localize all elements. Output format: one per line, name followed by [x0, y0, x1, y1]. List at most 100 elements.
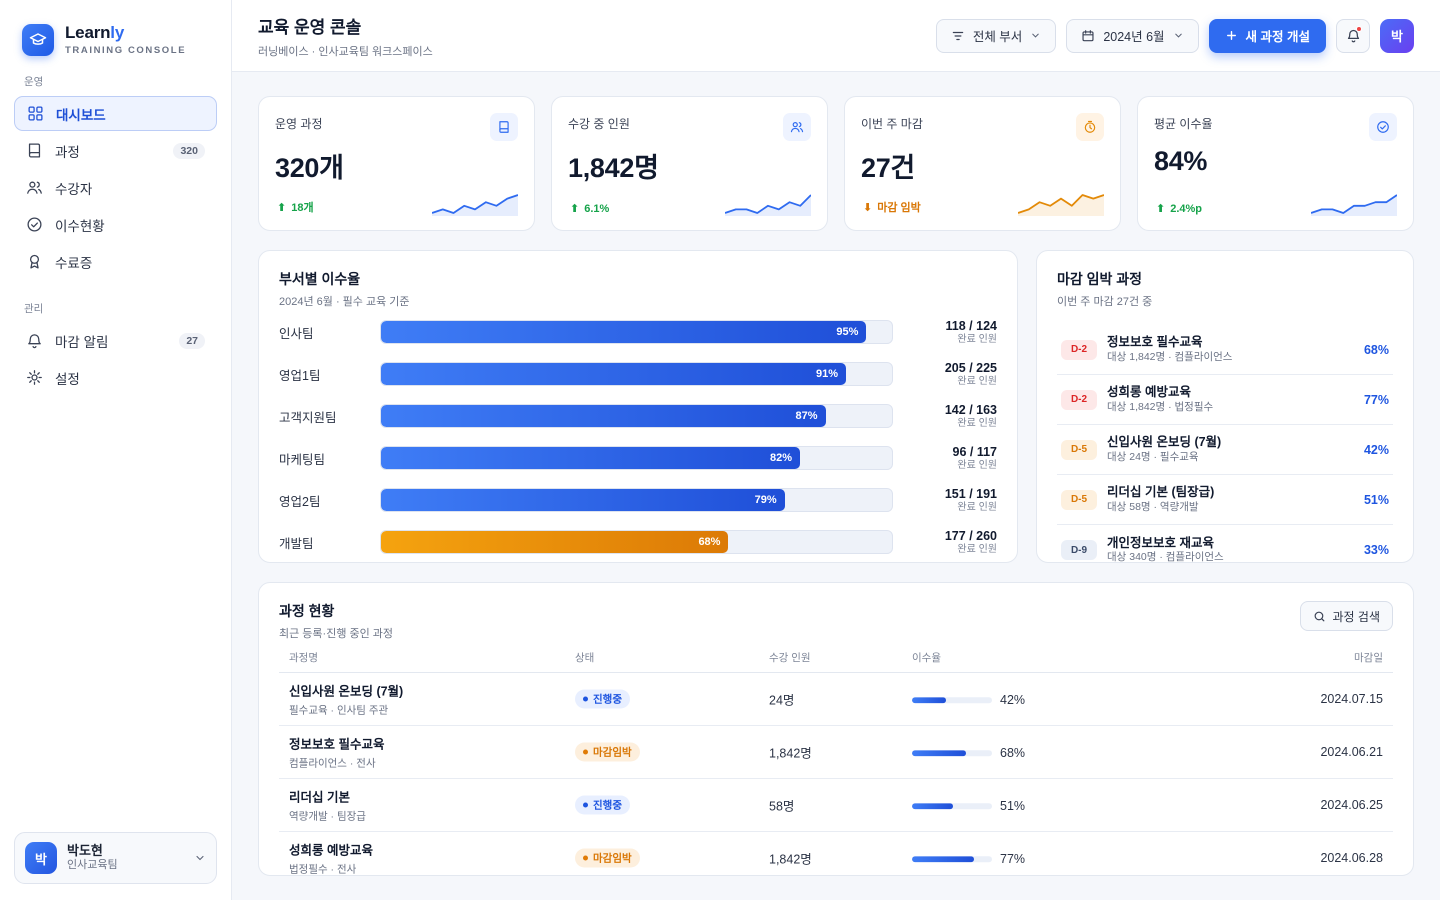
- deadline-course-meta: 대상 58명 · 역량개발: [1107, 500, 1199, 513]
- dept-filter-label: 전체 부서: [972, 30, 1023, 44]
- deadline-item[interactable]: D-2 성희롱 예방교육 대상 1,842명 · 법정필수 77%: [1057, 375, 1393, 425]
- column-header-learners[interactable]: 수강 인원: [769, 650, 811, 665]
- user-team: 인사교육팀: [67, 859, 118, 872]
- users-icon: [783, 113, 811, 141]
- bar-track: 95%: [380, 320, 893, 344]
- rate-track: [912, 696, 992, 703]
- deadline-course-name: 개인정보보호 재교육: [1107, 535, 1214, 550]
- table-row[interactable]: 리더십 기본 역량개발 · 팀장급 진행중 58명 51% 2024.06.25: [279, 779, 1393, 832]
- sidebar-item-dashboard[interactable]: 대시보드: [14, 96, 217, 131]
- kpi-value: 27건: [861, 153, 915, 183]
- due-date: 2024.06.25: [1320, 798, 1383, 812]
- sparkline-area: [432, 195, 518, 216]
- deadline-item[interactable]: D-5 리더십 기본 (팀장급) 대상 58명 · 역량개발 51%: [1057, 475, 1393, 525]
- d-day-badge: D-5: [1061, 439, 1097, 460]
- brand-subtitle: TRAINING CONSOLE: [65, 45, 187, 57]
- completed-count: 177 / 260: [944, 528, 997, 543]
- bar-track: 79%: [380, 488, 893, 512]
- rate-fill: [912, 696, 946, 703]
- deadline-item[interactable]: D-2 정보보호 필수교육 대상 1,842명 · 컴플라이언스 68%: [1057, 325, 1393, 375]
- notifications-button[interactable]: [1336, 18, 1370, 53]
- bar-track: 68%: [380, 530, 893, 554]
- status-badge: 마감임박: [575, 742, 640, 762]
- kpi-card-deadlines[interactable]: 이번 주 마감 27건 ⬇ 마감 임박: [844, 96, 1121, 231]
- dept-bar-row[interactable]: 인사팀 95% 118 / 124 완료 인원: [279, 311, 997, 353]
- award-icon: [29, 254, 40, 269]
- sidebar-item-certificates[interactable]: 수료증: [14, 244, 217, 279]
- table-row[interactable]: 정보보호 필수교육 컴플라이언스 · 전사 마감임박 1,842명 68% 2024.06…: [279, 726, 1393, 779]
- sparkline: [1018, 194, 1104, 216]
- dept-bar-row[interactable]: 영업2팀 79% 151 / 191 완료 인원: [279, 479, 997, 521]
- kpi-card-courses[interactable]: 운영 과정 320개 ⬆ 18개: [258, 96, 535, 231]
- deadline-course-meta: 대상 340명 · 컴플라이언스: [1107, 551, 1224, 564]
- bar-pct-label: 68%: [698, 536, 721, 548]
- kpi-delta: ⬆ 18개: [277, 201, 314, 215]
- dept-completion-card: 부서별 이수율 2024년 6월 · 필수 교육 기준 인사팀 95% 118 / …: [258, 250, 1018, 563]
- rate-label: 77%: [1000, 851, 1026, 866]
- dept-bar-row[interactable]: 고객지원팀 87% 142 / 163 완료 인원: [279, 395, 997, 437]
- avatar: 박: [25, 842, 57, 874]
- learner-count: 24명: [769, 693, 795, 708]
- graduation-cap-icon: [22, 24, 54, 56]
- course-name: 성희롱 예방교육: [289, 843, 373, 858]
- bar-count: 118 / 124 완료 인원: [946, 319, 997, 346]
- dept-filter-dropdown[interactable]: 전체 부서: [935, 18, 1057, 53]
- dept-bar-row[interactable]: 개발팀 68% 177 / 260 완료 인원: [279, 521, 997, 563]
- timer-icon: [1076, 113, 1104, 141]
- deadline-item[interactable]: D-9 개인정보보호 재교육 대상 340명 · 컴플라이언스 33%: [1057, 525, 1393, 575]
- kpi-card-completion-rate[interactable]: 평균 이수율 84% ⬆ 2.4%p: [1137, 96, 1414, 231]
- sidebar-item-courses[interactable]: 과정 320: [14, 133, 217, 168]
- check-circle-icon: [27, 217, 42, 232]
- sidebar-item-settings[interactable]: 설정: [14, 360, 217, 395]
- page-title: 교육 운영 콘솔: [258, 17, 362, 37]
- sparkline: [1311, 194, 1397, 216]
- column-header-rate[interactable]: 이수율: [912, 650, 941, 665]
- course-meta: 컴플라이언스 · 전사: [289, 757, 376, 770]
- status-badge: 진행중: [575, 689, 630, 709]
- new-course-button[interactable]: 새 과정 개설: [1208, 18, 1326, 53]
- month-filter-label: 2024년 6월: [1103, 30, 1165, 44]
- bar-fill: 82%: [381, 447, 801, 469]
- rate-label: 68%: [1000, 745, 1026, 760]
- course-name: 리더십 기본: [289, 790, 350, 805]
- table-row[interactable]: 성희롱 예방교육 법정필수 · 전사 마감임박 1,842명 77% 2024.06.28: [279, 832, 1393, 876]
- arrow-up-icon: ⬆: [1156, 203, 1166, 215]
- column-header-due[interactable]: 마감일: [1354, 650, 1383, 665]
- column-header-status[interactable]: 상태: [575, 650, 594, 665]
- course-search-button[interactable]: 과정 검색: [1299, 601, 1393, 631]
- new-course-label: 새 과정 개설: [1245, 30, 1310, 44]
- chevron-down-icon: [196, 855, 204, 861]
- avatar[interactable]: 박: [1380, 18, 1414, 53]
- user-menu[interactable]: 박 박도현 인사교육팀: [14, 832, 217, 884]
- status-badge: 진행중: [575, 795, 630, 815]
- month-filter-dropdown[interactable]: 2024년 6월: [1066, 18, 1199, 53]
- arrow-up-icon: ⬆: [277, 201, 287, 214]
- dept-bar-row[interactable]: 영업1팀 91% 205 / 225 완료 인원: [279, 353, 997, 395]
- sidebar-item-label: 마감 알림: [55, 334, 109, 350]
- dept-bar-row[interactable]: 마케팅팀 82% 96 / 117 완료 인원: [279, 437, 997, 479]
- due-date: 2024.06.28: [1320, 851, 1383, 865]
- plus-icon: [1226, 31, 1236, 40]
- sidebar-item-completion[interactable]: 이수현황: [14, 207, 217, 242]
- deadline-progress: 51%: [1363, 492, 1389, 507]
- sidebar-item-label: 대시보드: [56, 107, 106, 123]
- count-unit-label: 완료 인원: [957, 375, 997, 387]
- count-badge: 27: [179, 332, 205, 349]
- kpi-card-learners[interactable]: 수강 중 인원 1,842명 ⬆ 6.1%: [551, 96, 828, 231]
- bar-count: 151 / 191 완료 인원: [945, 487, 997, 514]
- column-header-name[interactable]: 과정명: [289, 650, 318, 665]
- sidebar-item-learners[interactable]: 수강자: [14, 170, 217, 205]
- section-label-admin: 관리: [24, 303, 44, 315]
- kpi-label: 수강 중 인원: [568, 117, 630, 131]
- brand[interactable]: Learnly TRAINING CONSOLE: [0, 0, 231, 58]
- table-row[interactable]: 신입사원 온보딩 (7월) 필수교육 · 인사팀 주관 진행중 24명 42% 2024.…: [279, 673, 1393, 726]
- sparkline: [432, 194, 518, 216]
- deadline-item[interactable]: D-5 신입사원 온보딩 (7월) 대상 24명 · 필수교육 42%: [1057, 425, 1393, 475]
- sidebar-item-deadline-alerts[interactable]: 마감 알림 27: [14, 323, 217, 358]
- count-unit-label: 완료 인원: [957, 501, 997, 513]
- rate-fill: [912, 855, 974, 862]
- dept-name: 영업2팀: [279, 494, 321, 509]
- dept-name: 마케팅팀: [279, 452, 326, 467]
- sidebar-item-label: 설정: [55, 371, 80, 387]
- status-badge: 마감임박: [575, 848, 640, 868]
